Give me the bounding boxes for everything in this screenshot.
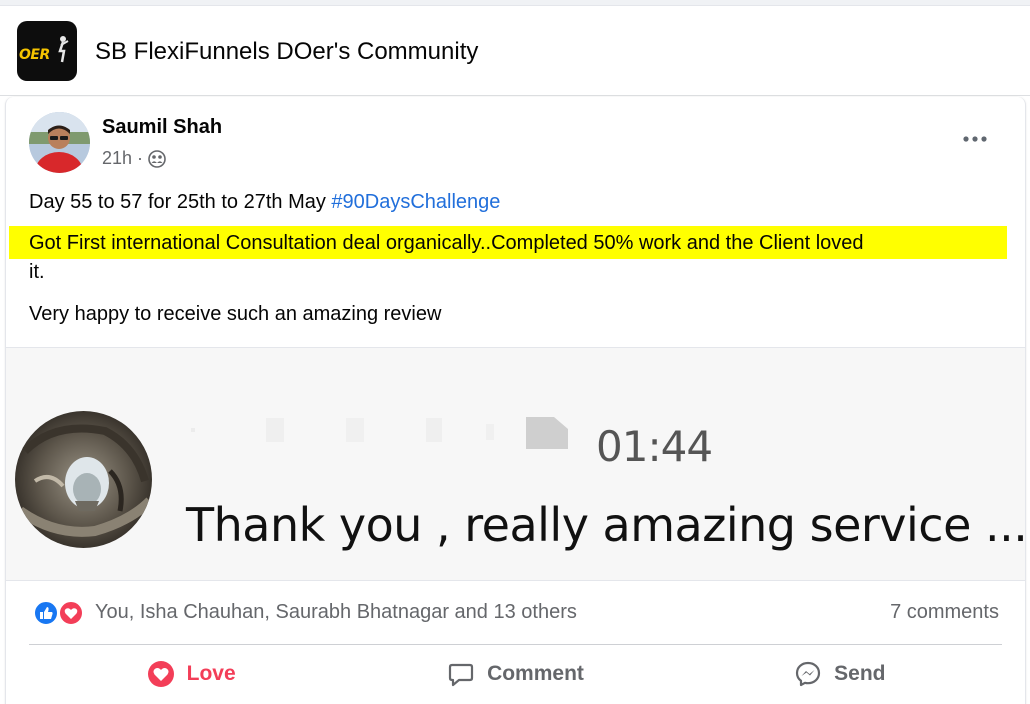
send-button[interactable]: Send [678,647,1002,701]
post-line-1-text: Day 55 to 57 for 25th to 27th May [29,191,332,213]
post-line-1: Day 55 to 57 for 25th to 27th May #90Day… [29,188,500,216]
post-line-2: Got First international Consultation dea… [29,232,864,254]
comments-count[interactable]: 7 comments [890,601,999,624]
review-avatar [15,411,152,548]
author-avatar[interactable] [29,112,90,173]
comment-icon [448,663,474,687]
love-label: Love [186,662,236,685]
group-header: OER SB FlexiFunnels DOer's Community [0,6,1030,96]
post-time[interactable]: 21h [102,148,132,169]
file-icon [526,417,568,449]
actions-divider [29,644,1002,645]
more-horizontal-icon [963,136,987,142]
post-line-2-wrap: it. [29,261,45,283]
author-name[interactable]: Saumil Shah [102,116,222,139]
more-options-button[interactable] [955,125,995,153]
post-line-3: Very happy to receive such an amazing re… [29,303,442,325]
post-image[interactable]: 01:44 Thank you , really amazing service… [6,347,1025,581]
messenger-icon [796,661,821,687]
send-label: Send [834,662,886,685]
meta-separator: · [137,148,144,168]
reactions-summary[interactable]: You, Isha Chauhan, Saurabh Bhatnagar and… [95,601,577,624]
reaction-icons[interactable] [33,600,89,626]
cave-photo [15,411,152,548]
love-icon [58,600,84,626]
doer-logo-icon [58,36,69,63]
hashtag-link[interactable]: #90DaysChallenge [331,191,500,213]
group-audience-icon[interactable] [148,149,166,168]
logo-text: OER [19,47,50,63]
post-meta: 21h · [102,148,166,169]
author-photo [29,112,90,173]
group-logo[interactable]: OER [17,21,77,81]
comment-label: Comment [487,662,584,685]
image-caption-text: Thank you , really amazing service ... [186,498,1025,552]
love-button[interactable]: Love [29,647,353,701]
love-heart-icon [147,661,174,687]
post-actions: Love Comment Send [29,647,1002,701]
image-time-text: 01:44 [596,422,713,471]
reactions-row: You, Isha Chauhan, Saurabh Bhatnagar and… [6,595,1025,631]
faded-status-icons [191,418,494,442]
comment-button[interactable]: Comment [353,647,677,701]
like-icon [33,600,59,626]
post-card: Saumil Shah 21h · Day 55 to 57 for 25th … [5,97,1026,704]
group-title[interactable]: SB FlexiFunnels DOer's Community [95,38,478,66]
